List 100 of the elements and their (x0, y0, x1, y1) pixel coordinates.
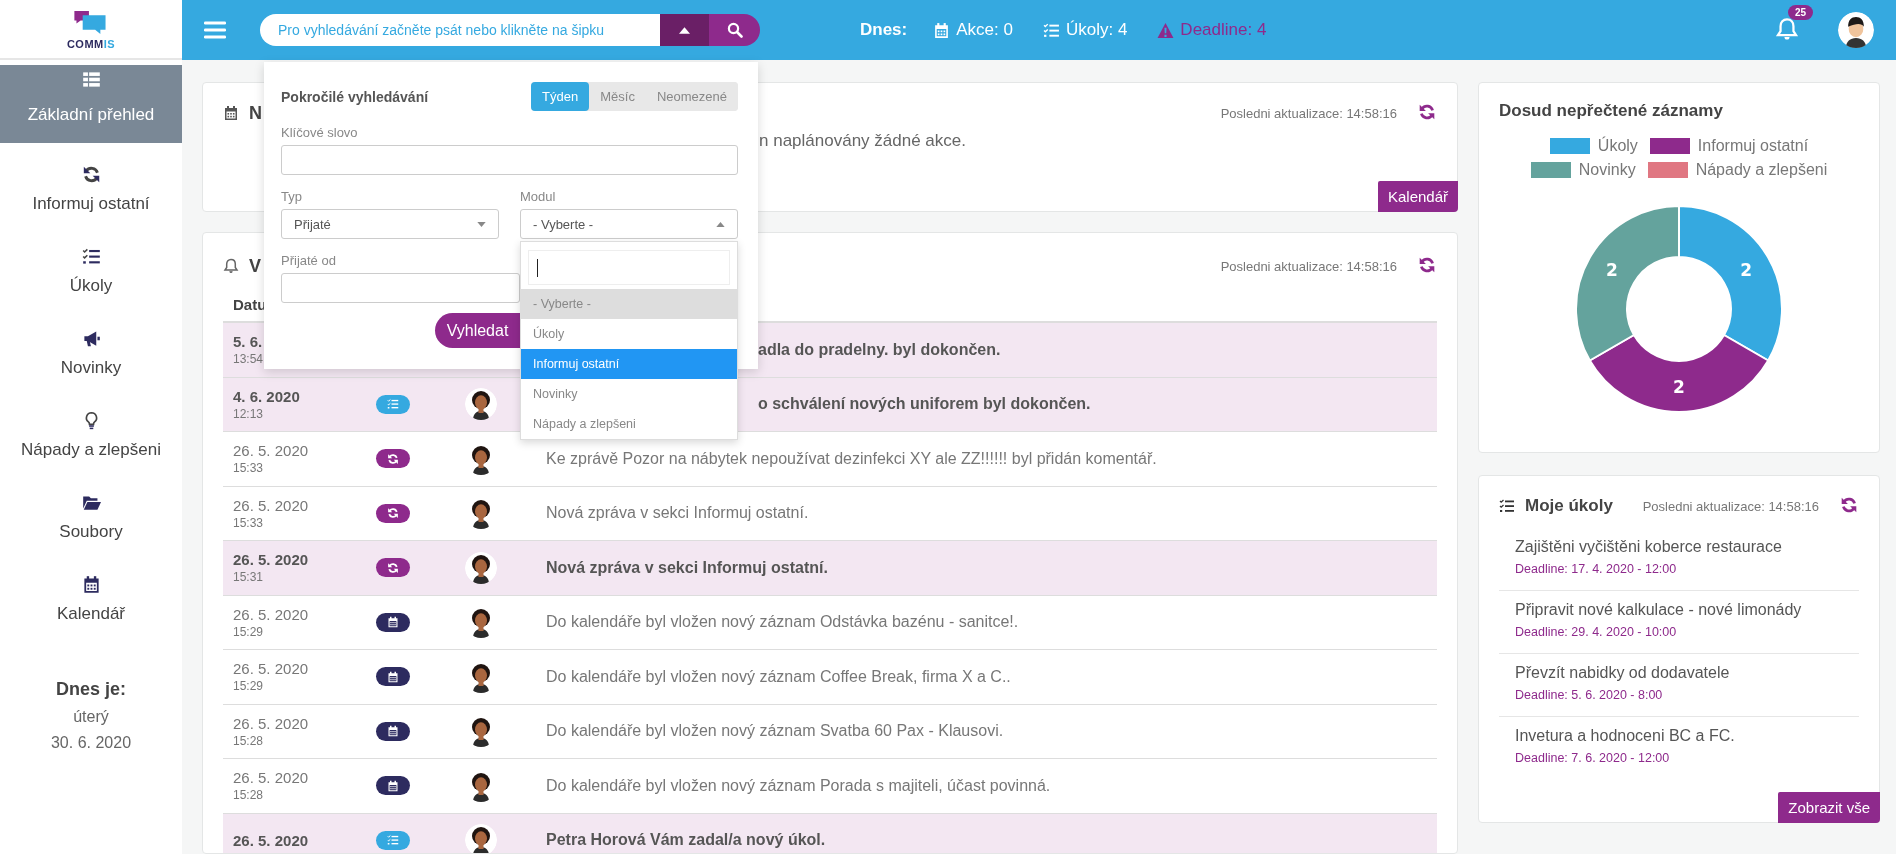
date-text: 4. 6. 2020 (233, 387, 301, 405)
calendar-icon (81, 575, 101, 594)
feed-row[interactable]: 26. 5. 2020 Petra Horová Vám zadal/a nový úkol. (223, 813, 1437, 853)
message-text: Do kalendáře byl vložen nový záznam Odstávka bazénu - sanitce!. (546, 613, 1019, 631)
message-text: Nová zpráva v sekci Informuj ostatní. (546, 504, 809, 522)
table-icon (81, 70, 101, 89)
date-text: 26. 5. 2020 (233, 831, 310, 849)
module-select[interactable]: - Vyberte - (520, 209, 738, 239)
time-text: 15:33 (233, 515, 265, 530)
time-text: 12:13 (233, 406, 265, 421)
show-all-button[interactable]: Zobrazit vše (1778, 792, 1880, 823)
time-text: 15:28 (233, 788, 265, 803)
logo-wordmark: COMMIS (66, 37, 116, 50)
calendar-icon (223, 105, 239, 121)
sidebar-item[interactable]: Úkoly (0, 225, 182, 307)
panel-title: Pokročilé vyhledávání (281, 88, 429, 105)
calendar-icon (387, 779, 399, 792)
refresh-icon (1840, 496, 1858, 514)
sidebar-item[interactable]: Novinky (0, 307, 182, 389)
feed-row[interactable]: 26. 5. 2020 15:29 Do kalendáře byl vložen nový záznam Odstávka bazénu - sanitce!. (223, 595, 1437, 650)
legend-label: Nápady a zlepšeni (1695, 161, 1828, 179)
field-label: Přijaté od (281, 253, 337, 269)
time-text: 13:54 (233, 352, 265, 367)
message-text: Petra Horová Vám zadal/a nový úkol. (546, 831, 826, 849)
checklist-icon (1499, 498, 1515, 514)
search-submit-button[interactable]: Vyhledat (435, 313, 520, 348)
message-text: adla do pradelny. byl dokončen. (758, 340, 1001, 359)
feed-row[interactable]: 26. 5. 2020 15:29 Do kalendáře byl vložen nový záznam Coffee Break, firma X a C.. (223, 650, 1437, 705)
refresh-icon (1418, 103, 1436, 121)
legend-label: Novinky (1578, 161, 1636, 179)
time-text: 15:33 (233, 461, 265, 476)
stat-text: Akce: 0 (956, 20, 1013, 40)
sidebar-item[interactable]: Soubory (0, 471, 182, 553)
field-label: Typ (281, 189, 303, 205)
stat-text: Úkoly: 4 (1065, 20, 1128, 40)
data-label: 2 (1740, 260, 1753, 281)
today-label: Dnes: (860, 20, 908, 40)
checklist-icon (387, 834, 399, 847)
task-deadline: Deadline: 17. 4. 2020 - 12:00 (1515, 562, 1678, 576)
date-text: 26. 5. 2020 (233, 551, 310, 569)
last-update-text: Posledni aktualizace: 14:58:16 (1642, 498, 1819, 514)
card-title: Dosud nepřečtené záznamy (1499, 101, 1723, 121)
advanced-search-button[interactable] (660, 14, 709, 46)
dropdown-option[interactable]: Novinky (521, 379, 737, 409)
menu-button[interactable] (204, 20, 226, 40)
search-field[interactable]: Pro vyhledávání začněte psát nebo klikněte na šipku (260, 14, 660, 46)
message-text: Nová zpráva v sekci Informuj ostatní. (546, 558, 828, 576)
date-field[interactable] (281, 273, 520, 303)
refresh-icon (387, 561, 399, 574)
search-icon (726, 22, 743, 38)
task-deadline: Deadline: 29. 4. 2020 - 10:00 (1515, 625, 1678, 639)
task-title[interactable]: Připravit nové kalkulace - nové limonády (1515, 601, 1859, 619)
menu-icon (204, 20, 226, 40)
message-text: o schválení nových uniforem byl dokončen. (758, 395, 1091, 414)
legend-label: Informuj ostatní (1697, 137, 1809, 155)
sidebar-item[interactable]: Informuj ostatní (0, 143, 182, 225)
megaphone-icon (81, 329, 101, 348)
task-title[interactable]: Převzít nabidky od dodavatele (1515, 664, 1859, 682)
task-title[interactable]: Invetura a hodnoceni BC a FC. (1515, 727, 1859, 745)
calendar-icon (387, 670, 399, 683)
feed-row[interactable]: 26. 5. 2020 15:28 Do kalendáře byl vložen nový záznam Porada s majiteli, účast povinná. (223, 759, 1437, 814)
message-text: Do kalendáře byl vložen nový záznam Porada s majiteli, účast povinná. (546, 776, 1051, 794)
date-text: 26. 5. 2020 (233, 442, 310, 460)
keyword-field[interactable] (281, 145, 738, 175)
time-text: 15:31 (233, 570, 265, 585)
dropdown-search-field[interactable] (528, 250, 730, 285)
calendar-button[interactable]: Kalendář (1377, 181, 1458, 212)
card-title: Moje úkoly (1525, 496, 1613, 516)
caret-up-icon (679, 26, 690, 34)
bell-icon (223, 258, 239, 274)
sidebar-item[interactable]: Základní přehled (0, 65, 182, 143)
task-title[interactable]: Zajištěni vyčištěni koberce restaurace (1515, 538, 1859, 556)
date-text: 26. 5. 2020 (233, 769, 310, 787)
data-label: 2 (1673, 376, 1685, 397)
card-title: N (249, 102, 262, 124)
refresh-icon (387, 507, 399, 520)
time-text: 15:29 (233, 679, 265, 694)
date-text: 26. 5. 2020 (233, 714, 310, 732)
date-text: 26. 5. 2020 (233, 605, 310, 623)
legend-label: Úkoly (1597, 137, 1638, 155)
refresh-icon (1418, 256, 1436, 274)
dropdown-option[interactable]: Informuj ostatní (521, 349, 737, 379)
checklist-icon (1042, 21, 1060, 39)
sidebar-item[interactable]: Kalendář (0, 553, 182, 635)
task-deadline: Deadline: 7. 6. 2020 - 12:00 (1515, 751, 1671, 765)
type-select[interactable]: Přijaté (281, 209, 499, 239)
sidebar-item[interactable]: Nápady a zlepšeni (0, 389, 182, 471)
warning-icon (1157, 21, 1175, 39)
search-button[interactable] (709, 14, 760, 46)
time-text: 15:28 (233, 733, 265, 748)
user-avatar[interactable] (1838, 12, 1874, 48)
bell-icon (1775, 17, 1799, 41)
today-heading: Dnes je: (56, 679, 126, 700)
checklist-icon (387, 398, 399, 411)
feed-row[interactable]: 26. 5. 2020 15:28 Do kalendáře byl vložen nový záznam Svatba 60 Pax - Klausovi. (223, 704, 1437, 759)
feed-row[interactable]: 26. 5. 2020 15:31 Nová zpráva v sekci Informuj ostatní. (223, 541, 1437, 596)
last-update-text: Posledni aktualizace: 14:58:16 (1220, 258, 1397, 274)
field-label: Klíčové slovo (281, 125, 359, 141)
checklist-icon (81, 247, 101, 266)
field-label: Modul (520, 189, 557, 205)
